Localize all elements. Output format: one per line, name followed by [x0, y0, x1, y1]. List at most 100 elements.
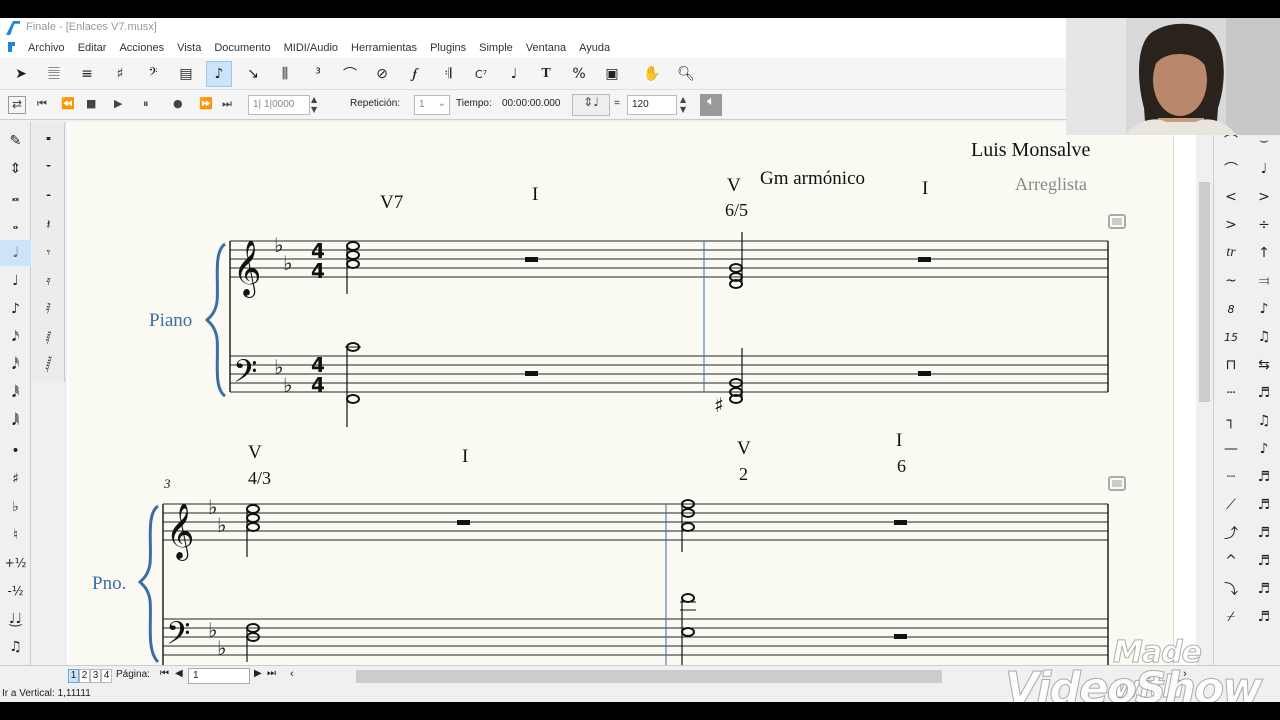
menu-acciones[interactable]: Acciones [119, 42, 164, 54]
roman-numeral[interactable]: I [532, 184, 538, 205]
sixty-fourth-note-icon[interactable]: 𝅘𝅥𝅱 [0, 380, 31, 406]
half-rest[interactable] [525, 371, 538, 376]
ottava-icon[interactable]: 8 [1216, 296, 1246, 322]
beat-unit-select[interactable]: ⇕♩ [572, 94, 610, 116]
flat-icon[interactable]: ♭ [0, 494, 31, 520]
roman-numeral[interactable]: V [727, 175, 741, 196]
simple-entry-tool-icon[interactable]: ♪ [206, 61, 232, 87]
speaker-icon[interactable]: 🔈︎ [700, 94, 722, 116]
tempo-field[interactable]: 120 [627, 95, 677, 115]
quarter-note-icon[interactable]: ♩ [0, 268, 31, 294]
transpose-icon[interactable]: ⇕ [0, 156, 31, 182]
flag-icon[interactable]: ♪ [1249, 296, 1279, 322]
pause-icon[interactable]: ⏸ [143, 97, 149, 111]
glissando-icon[interactable]: ⟋ [1216, 492, 1246, 518]
first-page-icon[interactable]: ⏮ [160, 668, 169, 679]
beamed-notes-icon[interactable]: ♫ [1249, 408, 1279, 434]
swap-icon[interactable]: ⇆ [1249, 352, 1279, 378]
speedy-entry-tool-icon[interactable]: ↘ [240, 61, 266, 87]
text-tool-icon[interactable]: T [533, 61, 559, 87]
thirty-second-note-icon[interactable]: 𝅘𝅥𝅰 [0, 352, 31, 378]
menu-ayuda[interactable]: Ayuda [579, 42, 610, 54]
menu-editar[interactable]: Editar [78, 42, 107, 54]
menu-herramientas[interactable]: Herramientas [351, 42, 417, 54]
inversion-figure[interactable]: 6/5 [725, 200, 748, 220]
page-button-3[interactable]: 3 [90, 669, 101, 683]
record-icon[interactable]: ● [173, 97, 183, 110]
articulation-tool-icon[interactable]: ⊘ [369, 61, 395, 87]
quarter-rest-icon[interactable]: 𝄽 [33, 212, 64, 238]
double-whole-rest-icon[interactable]: 𝄺 [33, 128, 64, 154]
roman-numeral[interactable]: I [462, 446, 468, 467]
horizontal-scroll-thumb[interactable] [356, 670, 942, 683]
dashed-line-icon[interactable]: ┈ [1216, 464, 1246, 490]
last-page-icon[interactable]: ⏭ [267, 668, 276, 679]
menu-simple[interactable]: Simple [479, 42, 513, 54]
double-flag-icon[interactable]: ♫ [1249, 324, 1279, 350]
feathered-beam-icon[interactable]: ♬ [1249, 492, 1279, 518]
whole-rest-icon[interactable]: 𝄻 [33, 156, 64, 182]
chord-tool-icon[interactable]: C⁷ [468, 61, 494, 87]
counter-spinner-icon[interactable]: ▲ ▼ [311, 95, 317, 115]
page-button-1[interactable]: 1 [68, 669, 79, 683]
dot-icon[interactable]: • [0, 438, 31, 464]
128th-note-icon[interactable]: 𝅘𝅥𝅲 [0, 408, 31, 434]
line-icon[interactable]: — [1216, 436, 1246, 462]
raise-half-step-icon[interactable]: +½ [0, 550, 31, 576]
sixty-fourth-rest-icon[interactable]: 𝅁 [33, 324, 64, 350]
crescendo-icon[interactable]: < [1216, 184, 1246, 210]
key-signature-tool-icon[interactable]: ♯ [107, 61, 133, 87]
lower-half-step-icon[interactable]: -½ [0, 578, 31, 604]
bend-icon[interactable]: ⤴ [1216, 520, 1246, 546]
caret-icon[interactable]: ^ [1216, 548, 1246, 574]
tempo-spinner-icon[interactable]: ▲ ▼ [680, 95, 686, 115]
half-rest[interactable] [918, 257, 931, 262]
rewind-icon[interactable]: ⏪ [61, 97, 75, 110]
roman-numeral[interactable]: I [922, 178, 928, 199]
tuplet-bracket-icon[interactable]: ⊓ [1216, 352, 1246, 378]
note-shape-icon[interactable]: ♩ [1249, 156, 1279, 182]
half-rest[interactable] [894, 520, 907, 525]
chord-notes[interactable] [680, 593, 696, 665]
zoom-icon[interactable]: 🔍︎ [673, 61, 699, 87]
score-view[interactable]: Luis Monsalve Arreglista V7 I V 6/5 Gm a… [67, 122, 1196, 665]
half-rest[interactable] [457, 520, 470, 525]
playback-settings-icon[interactable]: ⇄ [8, 96, 26, 114]
graphics-tool-icon[interactable]: ▣ [599, 61, 625, 87]
measure-counter-field[interactable]: 1| 1|0000 [248, 95, 310, 115]
beam-flat-icon[interactable]: ♬ [1249, 604, 1279, 630]
menu-documento[interactable]: Documento [214, 42, 270, 54]
curve-icon[interactable]: ⌒ [1216, 156, 1246, 182]
bracket-end-icon[interactable]: ┐ [1216, 408, 1246, 434]
time-sig-bottom[interactable]: 4 [311, 373, 325, 397]
128th-rest-icon[interactable]: 𝅂 [33, 352, 64, 378]
whole-note-icon[interactable]: 𝅝 [0, 212, 31, 238]
tuplet-tool-icon[interactable]: ³ [305, 61, 331, 87]
beam-group-icon[interactable]: ♬ [1249, 548, 1279, 574]
tuplet-entry-icon[interactable]: ♫ [0, 634, 31, 660]
vertical-scroll-thumb[interactable] [1199, 182, 1210, 402]
split-icon[interactable]: ÷ [1249, 212, 1279, 238]
beam-right-icon[interactable]: ♬ [1249, 464, 1279, 490]
trill-extension-icon[interactable]: ~ [1216, 268, 1246, 294]
roman-numeral[interactable]: V [248, 442, 262, 463]
beam-angle-icon[interactable]: ♬ [1249, 576, 1279, 602]
eighth-rest-icon[interactable]: 𝄾 [33, 240, 64, 266]
composer-text[interactable]: Luis Monsalve [971, 139, 1091, 161]
chord-notes[interactable] [681, 499, 695, 552]
bass-clef-icon[interactable]: 𝄢 [166, 615, 190, 659]
menu-plugins[interactable]: Plugins [430, 42, 466, 54]
page-number-input[interactable]: 1 [188, 668, 250, 684]
sixteenth-note-icon[interactable]: 𝅘𝅥𝅯 [0, 324, 31, 350]
pedal-icon[interactable]: ⌿ [1216, 604, 1246, 630]
sharp-icon[interactable]: ♯ [0, 466, 31, 492]
chord-notes[interactable] [246, 504, 260, 557]
half-rest[interactable] [918, 371, 931, 376]
staff-tool-icon[interactable]: 𝄚 [41, 61, 67, 87]
fast-forward-icon[interactable]: ⏩ [199, 97, 213, 110]
measure-number[interactable]: 3 [163, 476, 171, 491]
repeat-tool-icon[interactable]: 𝄇 [435, 61, 461, 87]
thirty-second-rest-icon[interactable]: 𝅀 [33, 296, 64, 322]
hand-grabber-icon[interactable]: ✋ [639, 61, 665, 87]
smart-shape-tool-icon[interactable]: ⌒ [337, 61, 363, 87]
